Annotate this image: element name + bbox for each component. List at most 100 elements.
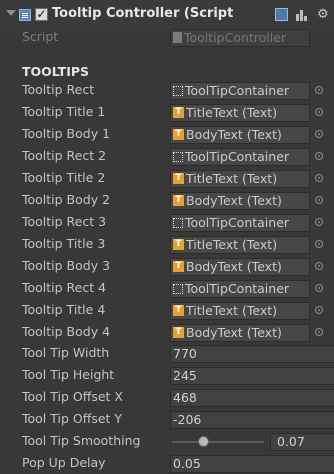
object-reference-value: BodyText (Text) xyxy=(186,325,282,340)
field-label: Tooltip Rect xyxy=(22,82,95,97)
script-field: TooltipController xyxy=(170,29,310,47)
field-label: Tooltip Rect 3 xyxy=(22,214,107,229)
object-field-row: Tooltip Title 4 T TitleText (Text) xyxy=(0,301,334,321)
object-reference-value: BodyText (Text) xyxy=(186,193,282,208)
object-reference-field[interactable]: ToolTipContainer xyxy=(170,148,310,166)
object-reference-field[interactable]: T BodyText (Text) xyxy=(170,192,310,210)
object-field-row: Tooltip Title 1 T TitleText (Text) xyxy=(0,103,334,123)
text-component-icon: T xyxy=(173,239,184,250)
object-reference-field[interactable]: ToolTipContainer xyxy=(170,214,310,232)
text-component-icon: T xyxy=(173,129,184,140)
text-component-icon: T xyxy=(173,305,184,316)
help-book-icon[interactable] xyxy=(275,8,288,21)
object-reference-value: ToolTipContainer xyxy=(185,215,290,230)
rect-transform-icon xyxy=(173,85,183,96)
field-label: Tooltip Title 3 xyxy=(22,236,106,251)
object-picker-icon[interactable] xyxy=(315,306,323,314)
object-reference-value: ToolTipContainer xyxy=(185,281,290,296)
popup-delay-row: Pop Up Delay 0.05 xyxy=(0,454,334,474)
object-field-row: Tooltip Rect 2 ToolTipContainer xyxy=(0,147,334,167)
text-component-icon: T xyxy=(173,327,184,338)
smoothing-label: Tool Tip Smoothing xyxy=(22,433,141,448)
object-reference-value: BodyText (Text) xyxy=(186,259,282,274)
object-picker-icon[interactable] xyxy=(315,130,323,138)
number-field-row: Tool Tip Height 245 xyxy=(0,366,334,386)
object-reference-value: TitleText (Text) xyxy=(186,237,278,252)
object-reference-field[interactable]: T BodyText (Text) xyxy=(170,126,310,144)
field-label: Tooltip Title 1 xyxy=(22,104,106,119)
smoothing-row: Tool Tip Smoothing 0.07 xyxy=(0,432,334,452)
object-picker-icon[interactable] xyxy=(315,152,323,160)
section-header-tooltips: TOOLTIPS xyxy=(22,64,90,79)
script-row: Script TooltipController xyxy=(0,28,334,48)
object-reference-field[interactable]: T BodyText (Text) xyxy=(170,258,310,276)
component-enabled-checkbox[interactable]: ✓ xyxy=(35,8,48,21)
object-picker-icon[interactable] xyxy=(315,196,323,204)
object-reference-value: TitleText (Text) xyxy=(186,171,278,186)
object-field-row: Tooltip Body 4 T BodyText (Text) xyxy=(0,323,334,343)
number-field-row: Tool Tip Offset X 468 xyxy=(0,388,334,408)
rect-transform-icon xyxy=(173,217,183,228)
text-component-icon: T xyxy=(173,173,184,184)
field-label: Tooltip Body 3 xyxy=(22,258,111,273)
object-reference-field[interactable]: T TitleText (Text) xyxy=(170,104,310,122)
object-field-row: Tooltip Title 2 T TitleText (Text) xyxy=(0,169,334,189)
field-label: Tooltip Body 1 xyxy=(22,126,111,141)
number-input-field[interactable]: -206 xyxy=(170,411,334,429)
object-picker-icon[interactable] xyxy=(315,108,323,116)
script-file-icon xyxy=(173,32,182,43)
object-picker-icon[interactable] xyxy=(315,240,323,248)
script-label: Script xyxy=(22,29,59,44)
field-label: Tool Tip Offset X xyxy=(22,389,123,404)
field-label: Tool Tip Offset Y xyxy=(22,411,123,426)
object-picker-icon[interactable] xyxy=(315,262,323,270)
object-reference-field[interactable]: ToolTipContainer xyxy=(170,280,310,298)
rect-transform-icon xyxy=(173,151,183,162)
number-input-field[interactable]: 245 xyxy=(170,367,334,385)
object-reference-value: ToolTipContainer xyxy=(185,149,290,164)
smoothing-value-field[interactable]: 0.07 xyxy=(270,433,334,451)
text-component-icon: T xyxy=(173,195,184,206)
object-reference-value: ToolTipContainer xyxy=(185,83,290,98)
number-input-field[interactable]: 468 xyxy=(170,389,334,407)
object-picker-icon[interactable] xyxy=(315,218,323,226)
field-label: Tool Tip Height xyxy=(22,367,115,382)
object-picker-icon[interactable] xyxy=(315,174,323,182)
number-field-row: Tool Tip Offset Y -206 xyxy=(0,410,334,430)
object-field-row: Tooltip Body 2 T BodyText (Text) xyxy=(0,191,334,211)
field-label: Tooltip Title 4 xyxy=(22,302,106,317)
smoothing-slider-track[interactable] xyxy=(172,441,264,443)
object-field-row: Tooltip Rect 3 ToolTipContainer xyxy=(0,213,334,233)
object-reference-field[interactable]: T TitleText (Text) xyxy=(170,302,310,320)
foldout-arrow-icon[interactable] xyxy=(6,10,16,16)
field-label: Tooltip Rect 2 xyxy=(22,148,107,163)
number-input-field[interactable]: 770 xyxy=(170,345,334,363)
object-field-row: Tooltip Body 3 T BodyText (Text) xyxy=(0,257,334,277)
field-label: Tool Tip Width xyxy=(22,345,110,360)
object-field-row: Tooltip Body 1 T BodyText (Text) xyxy=(0,125,334,145)
object-reference-value: TitleText (Text) xyxy=(186,303,278,318)
smoothing-slider-handle[interactable] xyxy=(198,436,209,447)
object-reference-value: TitleText (Text) xyxy=(186,105,278,120)
gear-icon[interactable]: ⚙ xyxy=(317,8,330,21)
object-reference-field[interactable]: ToolTipContainer xyxy=(170,82,310,100)
text-component-icon: T xyxy=(173,261,184,272)
component-title: Tooltip Controller (Script xyxy=(52,6,234,21)
object-picker-icon[interactable] xyxy=(315,284,323,292)
script-component-icon xyxy=(19,9,31,21)
field-label: Tooltip Title 2 xyxy=(22,170,106,185)
object-picker-icon[interactable] xyxy=(315,86,323,94)
object-picker-icon[interactable] xyxy=(315,328,323,336)
rect-transform-icon xyxy=(173,283,183,294)
object-field-row: Tooltip Title 3 T TitleText (Text) xyxy=(0,235,334,255)
presets-icon[interactable] xyxy=(295,8,308,21)
object-reference-field[interactable]: T TitleText (Text) xyxy=(170,236,310,254)
object-field-row: Tooltip Rect ToolTipContainer xyxy=(0,81,334,101)
number-field-row: Tool Tip Width 770 xyxy=(0,344,334,364)
popup-delay-field[interactable]: 0.05 xyxy=(170,455,334,473)
object-reference-field[interactable]: T BodyText (Text) xyxy=(170,324,310,342)
object-reference-field[interactable]: T TitleText (Text) xyxy=(170,170,310,188)
object-reference-value: BodyText (Text) xyxy=(186,127,282,142)
field-label: Tooltip Body 4 xyxy=(22,324,111,339)
text-component-icon: T xyxy=(173,107,184,118)
